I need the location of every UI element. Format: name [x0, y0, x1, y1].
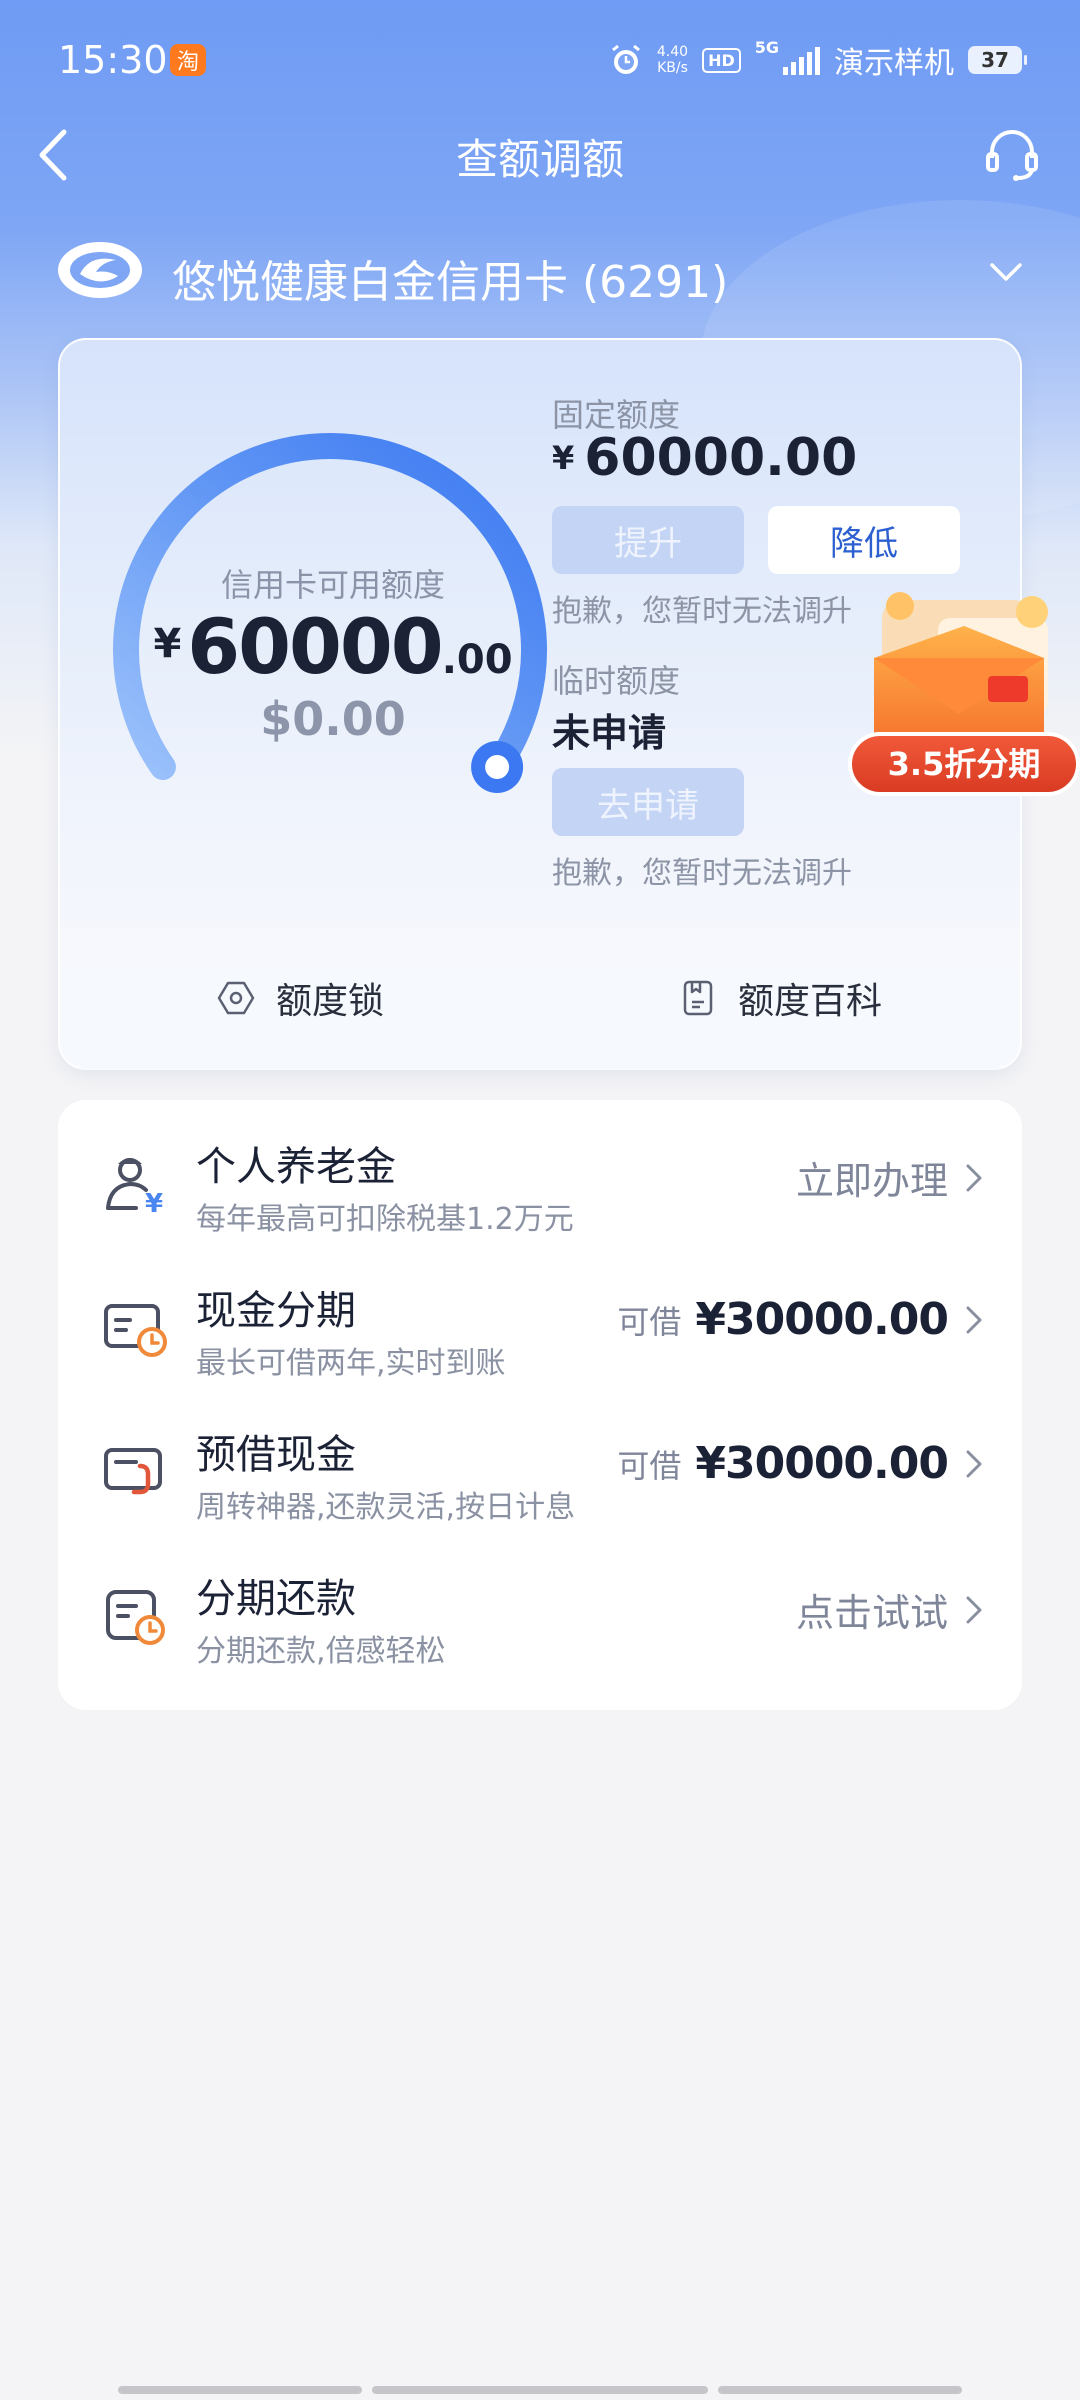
amount-integer: 60000: [187, 602, 443, 691]
battery-icon: 37: [968, 46, 1027, 74]
pension-icon: ¥: [106, 1158, 163, 1218]
status-time: 15:30: [58, 38, 168, 82]
service-action[interactable]: 立即办理: [796, 1150, 986, 1205]
alarm-icon: [611, 44, 640, 74]
service-row-cash-advance[interactable]: 预借现金 周转神器,还款灵活,按日计息 可借 ¥30000.00: [58, 1398, 1022, 1542]
available-prefix: 可借: [617, 1446, 682, 1485]
chevron-right-icon: [966, 1596, 982, 1623]
nav-bar: 查额调额: [0, 110, 1080, 200]
service-subtitle: 周转神器,还款灵活,按日计息: [196, 1490, 576, 1525]
cash-advance-icon: [104, 1448, 162, 1495]
svg-text:¥: ¥: [145, 1189, 163, 1218]
installment-promo-badge[interactable]: 3.5折分期: [848, 590, 1080, 814]
available-limit-label: 信用卡可用额度: [220, 566, 445, 604]
available-limit-amount: ¥60000.00: [60, 602, 606, 691]
network-speed-value: 4.40: [656, 44, 689, 60]
available-amount: ¥30000.00: [695, 1294, 949, 1345]
signal-icon: [783, 45, 820, 75]
cash-installment-icon: [104, 1304, 167, 1357]
lower-limit-button[interactable]: 降低: [768, 506, 960, 574]
available-amount: ¥30000.00: [695, 1438, 949, 1489]
installment-repay-icon: [106, 1590, 165, 1645]
fixed-limit-value: 60000.00: [584, 428, 858, 488]
service-title: 预借现金: [196, 1432, 356, 1478]
bank-logo-icon: [58, 242, 142, 298]
raise-limit-button[interactable]: 提升: [552, 506, 744, 574]
service-title: 分期还款: [196, 1576, 356, 1622]
service-action[interactable]: 可借 ¥30000.00: [617, 1294, 986, 1345]
service-action[interactable]: 可借 ¥30000.00: [617, 1438, 986, 1489]
page-title: 查额调额: [455, 135, 624, 184]
currency-symbol: ¥: [153, 621, 182, 667]
service-action[interactable]: 点击试试: [796, 1582, 986, 1637]
service-action-label: 立即办理: [795, 1159, 948, 1203]
limit-lock-label: 额度锁: [275, 981, 384, 1022]
hd-voice-icon: HD: [702, 47, 741, 73]
available-prefix: 可借: [617, 1302, 682, 1341]
service-subtitle: 分期还款,倍感轻松: [196, 1634, 446, 1669]
card-selector[interactable]: 悠悦健康白金信用卡 (6291): [56, 236, 1026, 312]
network-type: 5G: [754, 38, 779, 57]
status-bar: 15:30 淘 4.40 KB/s HD 5G 演示样机 37: [0, 0, 1080, 120]
apply-temp-limit-button[interactable]: 去申请: [552, 768, 744, 836]
chevron-right-icon: [966, 1450, 982, 1477]
card-name: 悠悦健康白金信用卡 (6291): [172, 257, 729, 308]
service-title: 现金分期: [196, 1288, 356, 1334]
fixed-limit-note: 抱歉，您暂时无法调升: [552, 594, 852, 629]
service-subtitle: 每年最高可扣除税基1.2万元: [196, 1202, 574, 1237]
network-speed: 4.40 KB/s: [657, 44, 688, 76]
fixed-limit-amount: ¥60000.00: [552, 428, 857, 488]
customer-service-headset-icon[interactable]: [982, 124, 1042, 184]
promo-text: 3.5折分期: [888, 745, 1041, 783]
service-row-pension[interactable]: ¥ 个人养老金 每年最高可扣除税基1.2万元 立即办理: [58, 1110, 1022, 1254]
carrier-name: 演示样机: [834, 46, 954, 81]
status-right-group: 4.40 KB/s HD 5G 演示样机 37: [609, 38, 1027, 82]
service-list: ¥ 个人养老金 每年最高可扣除税基1.2万元 立即办理 现金分期 最长可借两年,…: [58, 1100, 1022, 1710]
service-row-cash-installment[interactable]: 现金分期 最长可借两年,实时到账 可借 ¥30000.00: [58, 1254, 1022, 1398]
limit-wiki-button[interactable]: 额度百科: [540, 928, 1020, 1068]
limit-lock-button[interactable]: 额度锁: [60, 928, 540, 1068]
temp-limit-label: 临时额度: [552, 662, 681, 700]
temp-limit-status: 未申请: [552, 711, 667, 755]
chevron-right-icon: [966, 1164, 982, 1191]
service-row-installment-repay[interactable]: 分期还款 分期还款,倍感轻松 点击试试: [58, 1542, 1022, 1686]
limit-wiki-label: 额度百科: [737, 981, 882, 1022]
book-icon: [683, 980, 713, 1016]
service-action-label: 点击试试: [795, 1591, 948, 1635]
amount-decimal: .00: [441, 637, 513, 683]
temp-limit-note: 抱歉，您暂时无法调升: [552, 856, 852, 891]
service-subtitle: 最长可借两年,实时到账: [196, 1346, 506, 1381]
gesture-navigation-bar[interactable]: [118, 2386, 962, 2394]
gauge-knob: [471, 741, 524, 793]
service-title: 个人养老金: [196, 1144, 396, 1190]
network-speed-unit: KB/s: [657, 60, 688, 76]
chevron-down-icon[interactable]: [986, 252, 1026, 292]
taobao-notification-icon: 淘: [170, 44, 206, 76]
hexagon-lock-icon: [217, 981, 255, 1015]
chevron-right-icon: [966, 1306, 982, 1333]
usd-limit-amount: $0.00: [260, 692, 406, 746]
currency-symbol: ¥: [552, 439, 575, 477]
limit-card-footer: 额度锁 额度百科: [60, 928, 1020, 1068]
